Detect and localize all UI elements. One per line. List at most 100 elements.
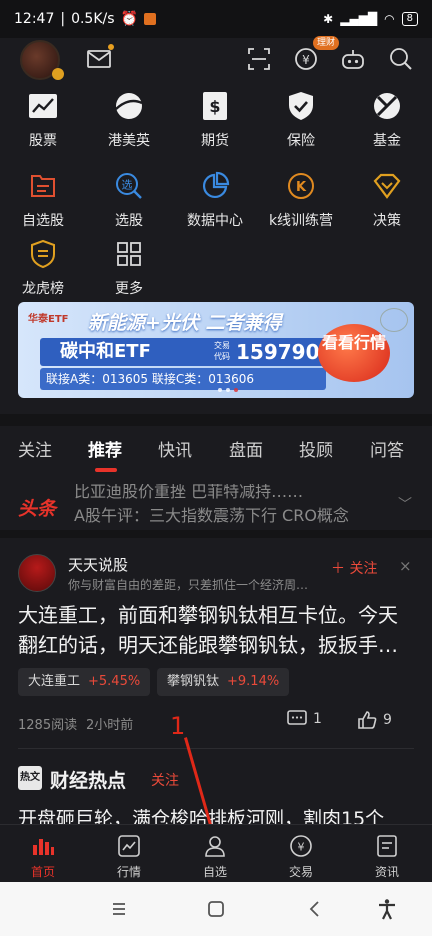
- tool-item-stock-picker[interactable]: 选 选股: [86, 170, 172, 230]
- tab-flash[interactable]: 快讯: [158, 436, 192, 461]
- author-avatar[interactable]: [18, 554, 56, 592]
- svg-text:¥: ¥: [302, 53, 310, 67]
- status-divider: |: [60, 11, 66, 27]
- status-bar: 12:47 | 0.5K/s ⏰ ✱ ▂▄▆█ ◠ 8: [0, 0, 432, 38]
- quick-item-fund[interactable]: 基金: [344, 90, 430, 150]
- stock-picker-icon: 选: [113, 170, 145, 202]
- back-icon[interactable]: [304, 898, 326, 920]
- stock-tag[interactable]: 攀钢钒钛 +9.14%: [157, 668, 290, 696]
- promo-banner[interactable]: 华泰ETF 新能源+光伏 二者兼得 碳中和ETF 交易代码 159790 联接A…: [18, 302, 414, 398]
- wealth-icon[interactable]: ¥: [293, 46, 319, 72]
- news-icon: [374, 833, 400, 859]
- post-body[interactable]: 大连重工，前面和攀钢钒钛相互卡位。今天 翻红的话，明天还能跟攀钢钒钛，扳扳手…: [18, 600, 414, 660]
- hot-follow-button[interactable]: 关注: [151, 770, 179, 790]
- search-icon[interactable]: [388, 46, 414, 72]
- banner-code-label: 交易代码: [214, 341, 230, 361]
- banner-view-button[interactable]: 看看行情: [318, 324, 390, 382]
- tab-recommend[interactable]: 推荐: [88, 436, 122, 461]
- stock-tag-name: 大连重工: [28, 674, 81, 689]
- seal-icon: [380, 308, 408, 332]
- headline-strip[interactable]: 头条 比亚迪股价重挫 巴菲特减持…… A股午评：三大指数震荡下行 CRO概念 ﹀: [0, 484, 432, 524]
- stock-tag-name: 攀钢钒钛: [167, 674, 220, 689]
- quick-item-hk-us[interactable]: 港美英: [86, 90, 172, 150]
- stock-tag[interactable]: 大连重工 +5.45%: [18, 668, 151, 696]
- quick-item-futures[interactable]: $ 期货: [172, 90, 258, 150]
- tab-qa[interactable]: 问答: [370, 436, 404, 461]
- status-speed: 0.5K/s: [71, 11, 115, 27]
- fund-icon: [371, 90, 403, 122]
- status-time: 12:47: [14, 11, 55, 27]
- quick-item-insurance[interactable]: 保险: [258, 90, 344, 150]
- tool-item-watchlist[interactable]: 自选股: [0, 170, 86, 230]
- svg-text:选: 选: [122, 179, 133, 192]
- mail-icon[interactable]: [86, 46, 112, 72]
- banner-slogan: 新能源+光伏 二者兼得: [88, 312, 282, 334]
- tab-advisor[interactable]: 投顾: [299, 436, 333, 461]
- thumbs-up-icon: [358, 711, 377, 729]
- hot-title[interactable]: 财经热点: [50, 766, 126, 793]
- tab-active-indicator: [95, 468, 117, 472]
- headline-line-1: 比亚迪股价重挫 巴菲特减持……: [74, 484, 304, 501]
- carousel-dot-active: [234, 388, 238, 392]
- carousel-dot: [226, 388, 230, 392]
- post-body-line-2: 翻红的话，明天还能跟攀钢钒钛，扳扳手…: [18, 633, 398, 657]
- bluetooth-icon: ✱: [323, 12, 334, 26]
- battery-icon: 8: [401, 12, 418, 26]
- nav-item-home[interactable]: 首页: [0, 833, 86, 880]
- home-icon: [30, 833, 56, 859]
- follow-button[interactable]: ＋ 关注: [331, 558, 377, 578]
- quick-item-stock[interactable]: 股票: [0, 90, 86, 150]
- author-name[interactable]: 天天说股: [68, 554, 128, 575]
- tab-follow[interactable]: 关注: [18, 436, 52, 461]
- tool-item-kline-camp[interactable]: K k线训练营: [258, 170, 344, 230]
- nav-item-market[interactable]: 行情: [86, 833, 172, 880]
- app-notification-icon: [143, 13, 156, 25]
- tool-item-dragon-tiger[interactable]: 龙虎榜: [0, 238, 86, 298]
- nav-item-watchlist[interactable]: 自选: [172, 833, 258, 880]
- globe-icon: [113, 90, 145, 122]
- tool-item-more[interactable]: 更多: [86, 238, 172, 298]
- dragon-tiger-icon: [27, 238, 59, 270]
- banner-code: 159790: [236, 340, 320, 364]
- carousel-dots: [218, 388, 238, 392]
- kline-icon: K: [285, 170, 317, 202]
- user-icon: [202, 833, 228, 859]
- section-divider: [0, 414, 432, 426]
- tool-item-data-center[interactable]: 数据中心: [172, 170, 258, 230]
- stock-tag-change: +5.45%: [88, 674, 141, 689]
- futures-icon: $: [199, 90, 231, 122]
- card-divider: [18, 748, 414, 749]
- diamond-icon: [371, 170, 403, 202]
- feed-tabs: 关注 推荐 快讯 盘面 投顾 问答: [0, 436, 432, 476]
- comment-count: 1: [313, 711, 322, 727]
- scan-icon[interactable]: [246, 46, 272, 72]
- signal-icon: ▂▄▆█: [340, 12, 378, 26]
- finance-pill: 理财: [313, 36, 340, 50]
- headline-line-2: A股午评：三大指数震荡下行 CRO概念: [74, 506, 349, 524]
- accessibility-icon[interactable]: [376, 898, 398, 920]
- top-bar: ¥ 理财: [0, 36, 432, 80]
- robot-icon[interactable]: [340, 46, 366, 72]
- nav-item-trade[interactable]: ¥ 交易: [258, 833, 344, 880]
- svg-text:$: $: [209, 97, 220, 116]
- svg-text:K: K: [296, 180, 307, 195]
- mail-unread-dot: [108, 44, 114, 50]
- yuan-circle-icon: ¥: [288, 833, 314, 859]
- pie-chart-icon: [199, 170, 231, 202]
- chevron-down-icon[interactable]: ﹀: [398, 494, 412, 514]
- banner-sub: 联接A类：013605 联接C类：013606: [40, 368, 326, 390]
- menu-icon[interactable]: [108, 898, 130, 920]
- post-body-line-1: 大连重工，前面和攀钢钒钛相互卡位。今天: [18, 603, 398, 627]
- nav-item-news[interactable]: 资讯: [344, 833, 430, 880]
- close-icon[interactable]: ×: [399, 557, 412, 575]
- home-square-icon[interactable]: [205, 898, 227, 920]
- annotation-number: 1: [170, 712, 186, 740]
- tab-market[interactable]: 盘面: [229, 436, 263, 461]
- system-nav-bar: [0, 882, 432, 936]
- watchlist-icon: [27, 170, 59, 202]
- comment-button[interactable]: 1: [287, 710, 322, 728]
- tool-item-decision[interactable]: 决策: [344, 170, 430, 230]
- like-button[interactable]: 9: [357, 710, 392, 730]
- stock-chart-icon: [27, 90, 59, 122]
- section-separator: [0, 530, 432, 538]
